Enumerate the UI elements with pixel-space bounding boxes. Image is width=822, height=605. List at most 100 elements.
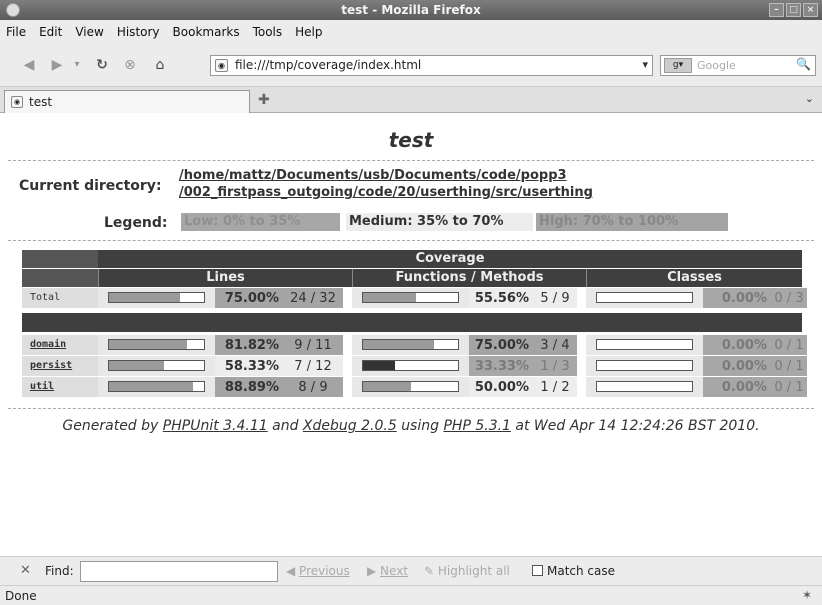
menu-bar: File Edit View History Bookmarks Tools H… — [0, 20, 822, 43]
tab-label: test — [29, 95, 53, 109]
cls-bar-cell — [586, 356, 703, 376]
lines-coverage-fill — [109, 361, 165, 370]
func-count: 5 / 9 — [540, 291, 570, 306]
menu-view[interactable]: View — [75, 25, 103, 39]
url-dropdown-icon[interactable]: ▾ — [642, 58, 648, 71]
lines-percent-cell: 75.00% — [215, 288, 283, 308]
table-header-columns: Lines Functions / Methods Classes — [22, 269, 802, 287]
footer-text: Generated by — [62, 418, 159, 434]
menu-help[interactable]: Help — [295, 25, 322, 39]
func-coverage-bar — [362, 381, 459, 392]
lines-percent: 88.89% — [224, 380, 279, 395]
lines-count: 7 / 12 — [294, 359, 332, 374]
cls-percent: 0.00% — [721, 380, 767, 395]
lines-bar-cell — [98, 335, 215, 355]
cls-percent-cell: 0.00% — [703, 377, 771, 397]
functions-header: Functions / Methods — [352, 269, 586, 287]
tab-favicon-icon: ◉ — [11, 96, 23, 108]
divider — [8, 408, 814, 409]
search-engine-icon[interactable]: g▾ — [664, 58, 692, 73]
func-bar-cell — [352, 377, 469, 397]
current-directory-link-2[interactable]: /002_firstpass_outgoing/code/20/userthin… — [179, 185, 593, 200]
row-name-cell: Total — [22, 288, 98, 308]
find-next-button[interactable]: ▶ Next — [367, 564, 408, 578]
php-link[interactable]: PHP 5.3.1 — [443, 418, 510, 434]
total-label: Total — [30, 292, 61, 303]
menu-bookmarks[interactable]: Bookmarks — [173, 25, 240, 39]
func-count: 3 / 4 — [540, 338, 570, 353]
highlight-all-button[interactable]: ✎ Highlight all — [424, 564, 510, 578]
cls-percent-cell: 0.00% — [703, 356, 771, 376]
minimize-icon[interactable]: – — [769, 3, 784, 17]
lines-header: Lines — [98, 269, 352, 287]
reload-icon[interactable]: ↻ — [92, 55, 112, 75]
highlight-all-label: Highlight all — [437, 564, 510, 578]
directory-link[interactable]: persist — [30, 360, 72, 371]
cls-percent-cell: 0.00% — [703, 335, 771, 355]
menu-tools[interactable]: Tools — [253, 25, 283, 39]
current-directory-label: Current directory: — [19, 178, 162, 194]
lines-percent-cell: 81.82% — [215, 335, 283, 355]
cls-percent: 0.00% — [721, 291, 767, 306]
func-coverage-bar — [362, 339, 459, 350]
find-label: Find: — [45, 564, 74, 578]
lines-percent-cell: 88.89% — [215, 377, 283, 397]
current-directory-link-1[interactable]: /home/mattz/Documents/usb/Documents/code… — [179, 168, 567, 183]
match-case-label[interactable]: Match case — [547, 564, 615, 578]
cls-count-cell: 0 / 3 — [771, 288, 807, 308]
menu-history[interactable]: History — [117, 25, 160, 39]
close-find-icon[interactable]: ✕ — [20, 563, 31, 578]
home-icon[interactable]: ⌂ — [150, 55, 170, 75]
search-bar[interactable]: g▾ Google 🔍 — [660, 55, 816, 76]
directory-link[interactable]: domain — [30, 339, 66, 350]
find-previous-button[interactable]: ◀ Previous — [286, 564, 350, 578]
lines-count-cell: 7 / 12 — [283, 356, 343, 376]
phpunit-link[interactable]: PHPUnit 3.4.11 — [163, 418, 268, 434]
func-percent-cell: 75.00% — [469, 335, 533, 355]
func-coverage-fill — [363, 340, 435, 349]
footer-text: and — [272, 418, 299, 434]
lines-percent-cell: 58.33% — [215, 356, 283, 376]
tab-strip: ◉ test ✚ ⌄ — [0, 87, 822, 113]
history-dropdown-icon[interactable]: ▾ — [70, 55, 84, 75]
search-go-icon[interactable]: 🔍 — [796, 57, 811, 71]
func-percent: 50.00% — [474, 380, 529, 395]
page-title: test — [388, 128, 434, 152]
stop-icon[interactable]: ⊗ — [120, 55, 140, 75]
legend-medium: Medium: 35% to 70% — [346, 213, 533, 231]
maximize-icon[interactable]: □ — [786, 3, 801, 17]
cls-count: 0 / 1 — [774, 380, 804, 395]
search-placeholder: Google — [697, 59, 736, 72]
cls-coverage-bar — [596, 339, 693, 350]
lines-percent: 75.00% — [224, 291, 279, 306]
func-percent-cell: 55.56% — [469, 288, 533, 308]
cls-coverage-bar — [596, 292, 693, 303]
menu-edit[interactable]: Edit — [39, 25, 62, 39]
tab-test[interactable]: ◉ test — [4, 90, 250, 113]
cls-count: 0 / 1 — [774, 338, 804, 353]
url-text: file:///tmp/coverage/index.html — [235, 58, 422, 72]
legend-low: Low: 0% to 35% — [181, 213, 340, 231]
table-row: domain 81.82% 9 / 11 75.00% 3 / 4 0.00% 0 / 1 — [22, 335, 807, 355]
menu-file[interactable]: File — [6, 25, 26, 39]
func-bar-cell — [352, 356, 469, 376]
xdebug-link[interactable]: Xdebug 2.0.5 — [303, 418, 397, 434]
tab-list-icon[interactable]: ⌄ — [805, 92, 814, 105]
func-coverage-fill — [363, 293, 416, 302]
forward-arrow-icon[interactable]: ▶ — [48, 55, 66, 75]
match-case-checkbox[interactable] — [532, 565, 543, 576]
find-input[interactable] — [80, 561, 278, 582]
func-count-cell: 1 / 2 — [533, 377, 577, 397]
lines-coverage-bar — [108, 292, 205, 303]
cls-count-cell: 0 / 1 — [771, 356, 807, 376]
close-icon[interactable]: × — [803, 3, 818, 17]
lines-coverage-bar — [108, 381, 205, 392]
cls-bar-cell — [586, 377, 703, 397]
directory-link[interactable]: util — [30, 381, 54, 392]
lines-coverage-fill — [109, 293, 181, 302]
back-arrow-icon[interactable]: ◀ — [20, 55, 38, 75]
lines-count: 8 / 9 — [298, 380, 328, 395]
new-tab-icon[interactable]: ✚ — [258, 92, 270, 108]
url-bar[interactable]: ◉ file:///tmp/coverage/index.html ▾ — [210, 55, 653, 76]
coverage-header: Coverage — [415, 251, 485, 266]
